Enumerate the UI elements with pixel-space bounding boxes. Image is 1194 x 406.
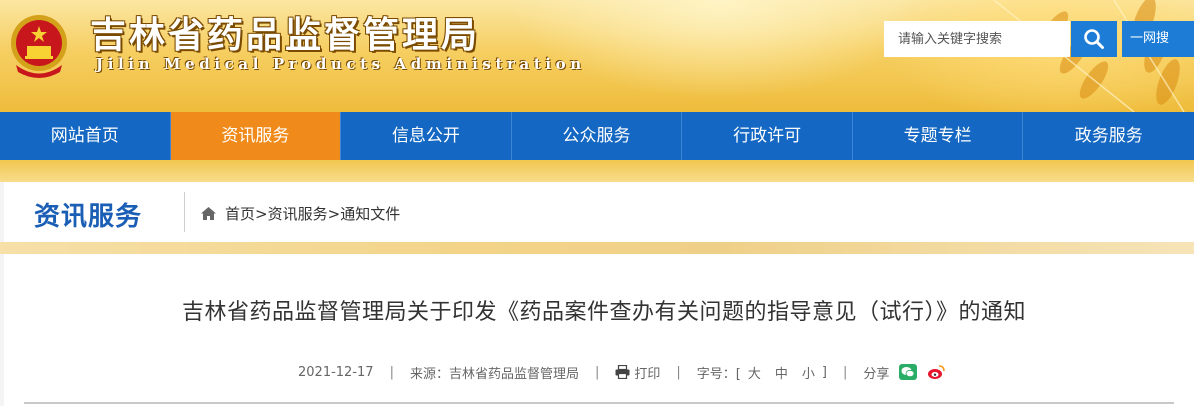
search-button[interactable] bbox=[1071, 21, 1117, 57]
meta-separator: | bbox=[676, 364, 681, 380]
font-size-medium[interactable]: 中 bbox=[775, 363, 788, 382]
site-title: 吉林省药品监督管理局 bbox=[90, 14, 481, 56]
header-banner: 吉林省药品监督管理局 Jilin Medical Products Admini… bbox=[0, 0, 1194, 112]
breadcrumb-separator: > bbox=[327, 204, 341, 223]
nav-item-news-service[interactable]: 资讯服务 bbox=[170, 112, 342, 160]
nav-item-gov-service[interactable]: 政务服务 bbox=[1023, 112, 1194, 160]
site-subtitle: Jilin Medical Products Administration bbox=[96, 55, 586, 73]
nav-item-special-topics[interactable]: 专题专栏 bbox=[853, 112, 1024, 160]
breadcrumb-separator: > bbox=[255, 204, 268, 223]
decorative-strip bbox=[0, 242, 1194, 254]
section-header: 资讯服务 首页 > 资讯服务 > 通知文件 bbox=[4, 182, 1194, 242]
font-size-small[interactable]: 小 bbox=[802, 363, 815, 382]
national-emblem-icon bbox=[11, 15, 67, 78]
wechat-icon[interactable] bbox=[899, 364, 918, 380]
nav-item-info-disclosure[interactable]: 信息公开 bbox=[341, 112, 512, 160]
one-net-search-button[interactable]: 一网搜 bbox=[1122, 21, 1194, 57]
breadcrumb-notice-files[interactable]: 通知文件 bbox=[340, 203, 400, 224]
weibo-icon[interactable] bbox=[927, 364, 946, 380]
source-value: 吉林省药品监督管理局 bbox=[448, 366, 579, 382]
meta-separator: | bbox=[594, 364, 600, 380]
meta-separator: | bbox=[842, 364, 848, 380]
breadcrumb-news-service[interactable]: 资讯服务 bbox=[268, 203, 328, 224]
print-label: 打印 bbox=[634, 366, 661, 382]
search-icon bbox=[1084, 29, 1104, 49]
meta-separator: | bbox=[389, 364, 394, 380]
nav-gap-decoration bbox=[0, 160, 1194, 182]
breadcrumb: 首页 > 资讯服务 > 通知文件 bbox=[200, 203, 400, 224]
article-divider bbox=[24, 402, 1174, 404]
nav-item-public-service[interactable]: 公众服务 bbox=[512, 112, 683, 160]
share-label: 分享 bbox=[863, 366, 890, 382]
section-title: 资讯服务 bbox=[34, 202, 143, 232]
search-input[interactable] bbox=[884, 21, 1070, 57]
font-size-close: ] bbox=[821, 364, 827, 380]
nav-item-home[interactable]: 网站首页 bbox=[0, 112, 171, 160]
article-meta: 2021-12-17 | 来源： 吉林省药品监督管理局 | 打印 | 字号：[ … bbox=[298, 362, 946, 382]
section-divider bbox=[184, 192, 185, 232]
font-size-large[interactable]: 大 bbox=[748, 363, 761, 382]
font-size-label: 字号：[ bbox=[696, 366, 741, 382]
source-label: 来源： bbox=[409, 366, 449, 382]
article-panel: 吉林省药品监督管理局关于印发《药品案件查办有关问题的指导意见（试行）》的通知 2… bbox=[4, 254, 1194, 406]
home-icon[interactable] bbox=[200, 206, 217, 221]
main-nav: 网站首页 资讯服务 信息公开 公众服务 行政许可 专题专栏 政务服务 bbox=[0, 112, 1194, 160]
article-date: 2021-12-17 bbox=[298, 364, 374, 380]
nav-item-admin-license[interactable]: 行政许可 bbox=[682, 112, 853, 160]
article-title: 吉林省药品监督管理局关于印发《药品案件查办有关问题的指导意见（试行）》的通知 bbox=[181, 300, 1026, 325]
print-button[interactable]: 打印 bbox=[615, 363, 660, 382]
breadcrumb-home[interactable]: 首页 bbox=[225, 203, 255, 224]
printer-icon bbox=[615, 365, 630, 379]
